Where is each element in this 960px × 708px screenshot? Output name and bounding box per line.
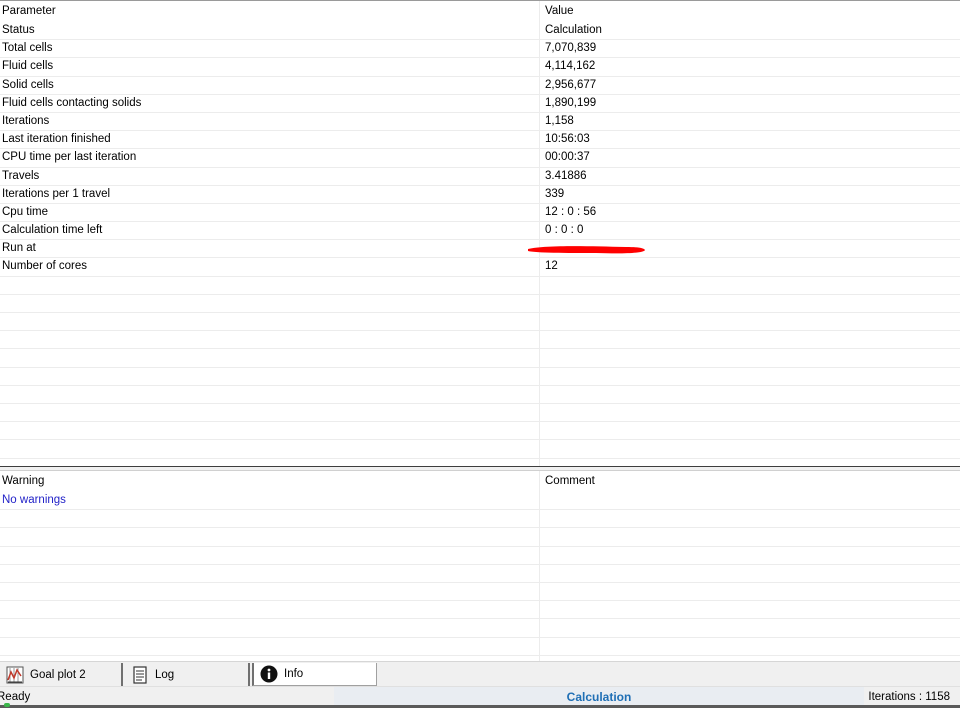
table-row[interactable]: Calculation time left 0 : 0 : 0 <box>0 222 960 241</box>
table-row[interactable]: Solid cells 2,956,677 <box>0 77 960 95</box>
table-row[interactable]: CPU time per last iteration 00:00:37 <box>0 149 960 168</box>
empty-row <box>0 422 960 441</box>
empty-row <box>0 510 960 529</box>
info-empty-rows <box>0 277 960 459</box>
parameter-cell: Total cells <box>2 42 53 55</box>
value-cell: 2,956,677 <box>545 78 597 91</box>
value-cell: 1,158 <box>545 114 574 127</box>
parameter-cell: Travels <box>2 169 40 182</box>
table-row[interactable]: Fluid cells contacting solids 1,890,199 <box>0 95 960 113</box>
empty-row <box>0 295 960 313</box>
tab-label: Goal plot 2 <box>30 668 86 681</box>
empty-row <box>0 638 960 656</box>
parameter-cell: CPU time per last iteration <box>2 151 137 164</box>
tab-label: Log <box>155 668 175 681</box>
parameter-cell: Iterations <box>2 114 50 127</box>
empty-row <box>0 386 960 404</box>
table-row[interactable]: Iterations 1,158 <box>0 113 960 132</box>
parameter-cell: Last iteration finished <box>2 133 111 146</box>
empty-row <box>0 331 960 350</box>
parameter-cell: Run at <box>2 242 36 255</box>
value-column-header[interactable]: Value <box>545 5 574 17</box>
value-cell: 12 <box>545 260 558 273</box>
parameter-cell: Status <box>2 24 35 36</box>
table-row[interactable]: Number of cores 12 <box>0 258 960 277</box>
info-icon <box>260 665 278 683</box>
parameter-cell: Fluid cells <box>2 60 54 73</box>
tab-goal-plot-2[interactable]: Goal plot 2 <box>0 663 123 686</box>
info-table: Parameter Value Status Calculation Total c… <box>0 0 960 466</box>
empty-row <box>0 368 960 386</box>
parameter-cell: Number of cores <box>2 260 88 273</box>
parameter-cell: Cpu time <box>2 205 49 218</box>
warning-column-header[interactable]: Warning <box>2 475 44 487</box>
table-row[interactable]: Run at <box>0 240 960 259</box>
value-cell: 00:00:37 <box>545 151 590 164</box>
empty-row <box>0 440 960 459</box>
warnings-table: Warning Comment No warnings <box>0 471 960 661</box>
progress-indicator <box>4 703 10 707</box>
warning-row[interactable]: No warnings <box>0 492 960 511</box>
table-row[interactable]: Travels 3.41886 <box>0 168 960 186</box>
warning-cell: No warnings <box>2 494 66 506</box>
value-cell: 12 : 0 : 56 <box>545 205 597 218</box>
status-center-panel: Calculation <box>334 687 864 707</box>
parameter-cell: Solid cells <box>2 78 54 91</box>
empty-row <box>0 404 960 423</box>
warning-rows: No warnings <box>0 492 960 511</box>
empty-row <box>0 583 960 602</box>
bottom-tab-bar: Goal plot 2 Log Info <box>0 661 960 686</box>
tab-info[interactable]: Info <box>252 663 377 686</box>
value-cell: Calculation <box>545 24 602 36</box>
value-cell: 4,114,162 <box>545 60 596 73</box>
parameter-cell: Fluid cells contacting solids <box>2 96 142 109</box>
parameter-cell: Iterations per 1 travel <box>2 187 111 200</box>
warnings-table-header: Warning Comment <box>0 471 960 492</box>
status-calculation-text: Calculation <box>566 690 632 704</box>
value-cell: 339 <box>545 187 565 200</box>
warning-empty-rows <box>0 510 960 656</box>
table-row[interactable]: Iterations per 1 travel 339 <box>0 186 960 204</box>
info-rows: Status Calculation Total cells 7,070,839 Flu… <box>0 22 960 277</box>
table-row[interactable]: Total cells 7,070,839 <box>0 40 960 59</box>
empty-row <box>0 349 960 368</box>
status-iterations-text: Iterations : 1158 <box>868 691 950 703</box>
table-row[interactable]: Last iteration finished 10:56:03 <box>0 131 960 150</box>
value-cell: 3.41886 <box>545 169 587 182</box>
value-cell: 7,070,839 <box>545 42 597 55</box>
empty-row <box>0 547 960 565</box>
empty-row <box>0 619 960 638</box>
parameter-column-header[interactable]: Parameter <box>2 5 56 17</box>
empty-row <box>0 565 960 583</box>
log-document-icon <box>131 665 149 684</box>
table-row[interactable]: Cpu time 12 : 0 : 56 <box>0 204 960 223</box>
status-ready-text: Ready <box>0 691 31 703</box>
empty-row <box>0 313 960 332</box>
status-bar: Ready Calculation Iterations : 1158 <box>0 686 960 708</box>
goal-plot-icon <box>6 666 24 684</box>
table-row[interactable]: Fluid cells 4,114,162 <box>0 58 960 77</box>
redaction-mark <box>528 246 645 254</box>
flow-simulation-info-panel: Parameter Value Status Calculation Total c… <box>0 0 960 708</box>
tab-label: Info <box>284 668 304 680</box>
parameter-cell: Calculation time left <box>2 224 103 237</box>
tab-log[interactable]: Log <box>125 663 250 686</box>
empty-row <box>0 601 960 620</box>
value-cell: 10:56:03 <box>545 133 590 146</box>
empty-row <box>0 277 960 295</box>
empty-row <box>0 528 960 547</box>
value-cell: 0 : 0 : 0 <box>545 224 584 237</box>
comment-column-header[interactable]: Comment <box>545 475 595 487</box>
value-cell: 1,890,199 <box>545 96 597 109</box>
info-table-header: Parameter Value <box>0 1 960 22</box>
table-row[interactable]: Status Calculation <box>0 22 960 41</box>
